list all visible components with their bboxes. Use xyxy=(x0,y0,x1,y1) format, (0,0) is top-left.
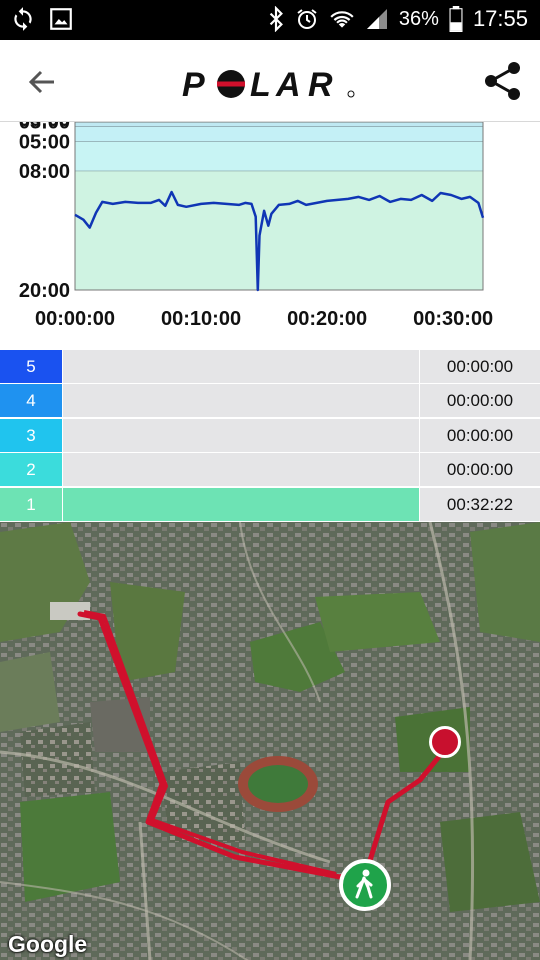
zone-row-3: 3 00:00:00 xyxy=(0,418,540,453)
zone-bar-track xyxy=(63,384,419,418)
svg-text:R: R xyxy=(308,66,333,104)
y-tick-label: 20:00 xyxy=(19,280,70,302)
svg-text:A: A xyxy=(275,66,301,104)
zone-bar-track xyxy=(63,418,419,452)
zone-bar-track xyxy=(63,453,419,487)
clock: 17:55 xyxy=(472,6,528,31)
arrow-left-icon xyxy=(28,70,54,94)
pace-chart: 03:0005:0008:0020:0003:00 00:00:0000:10:… xyxy=(0,122,540,350)
zone-number: 5 xyxy=(0,350,62,383)
zone-row-2: 2 00:00:00 xyxy=(0,453,540,488)
route-map[interactable]: Google xyxy=(0,522,540,960)
x-tick-label: 00:00:00 xyxy=(35,308,115,330)
signal-icon xyxy=(365,7,389,31)
zone-time: 00:00:00 xyxy=(420,453,540,487)
alarm-icon xyxy=(295,6,319,32)
zone-band-5 xyxy=(75,171,483,290)
wifi-icon xyxy=(329,6,355,32)
back-button[interactable] xyxy=(22,62,62,102)
zone-time: 00:00:00 xyxy=(420,350,540,383)
zone-row-5: 5 00:00:00 xyxy=(0,350,540,384)
heart-rate-zones: 5 00:00:00 4 00:00:00 3 00:00:00 2 00:00:00 1 00:… xyxy=(0,350,540,522)
zone-band-2 xyxy=(75,122,483,127)
zone-bar-fill xyxy=(63,487,419,521)
x-tick-label: 00:10:00 xyxy=(161,308,241,330)
zone-number: 1 xyxy=(0,487,62,521)
zone-band-4 xyxy=(75,141,483,172)
sync-icon xyxy=(10,6,36,32)
zone-number: 4 xyxy=(0,384,62,418)
battery-icon xyxy=(449,6,463,32)
y-tick-label: 08:00 xyxy=(19,161,70,183)
zone-bar-track xyxy=(63,350,419,383)
svg-text:L: L xyxy=(250,66,271,104)
svg-text:P: P xyxy=(182,66,205,104)
share-button[interactable] xyxy=(482,60,524,102)
zone-time: 00:00:00 xyxy=(420,384,540,418)
share-icon xyxy=(485,62,520,100)
start-point-marker[interactable] xyxy=(339,859,391,911)
zone-row-4: 4 00:00:00 xyxy=(0,384,540,419)
zone-row-1: 1 00:32:22 xyxy=(0,487,540,522)
walking-person-icon xyxy=(355,869,373,899)
zone-time: 00:32:22 xyxy=(420,487,540,521)
y-tick-label-clipped: 03:00 xyxy=(19,122,70,131)
x-tick-label: 00:30:00 xyxy=(413,308,493,330)
app-bar: P L A R xyxy=(0,40,540,122)
zone-time: 00:00:00 xyxy=(420,418,540,452)
bluetooth-icon xyxy=(267,6,285,32)
polar-logo: P L A R xyxy=(180,60,360,104)
status-bar: 36% 17:55 xyxy=(0,0,540,40)
y-tick-label: 05:00 xyxy=(19,132,70,154)
end-point-icon[interactable] xyxy=(429,726,461,758)
google-attribution: Google xyxy=(8,931,88,957)
zone-bar-track xyxy=(63,487,419,521)
zone-number: 3 xyxy=(0,418,62,452)
zone-band-3 xyxy=(75,126,483,142)
image-icon xyxy=(48,6,74,32)
zone-number: 2 xyxy=(0,453,62,487)
x-tick-label: 00:20:00 xyxy=(287,308,367,330)
battery-percent: 36% xyxy=(398,7,439,30)
